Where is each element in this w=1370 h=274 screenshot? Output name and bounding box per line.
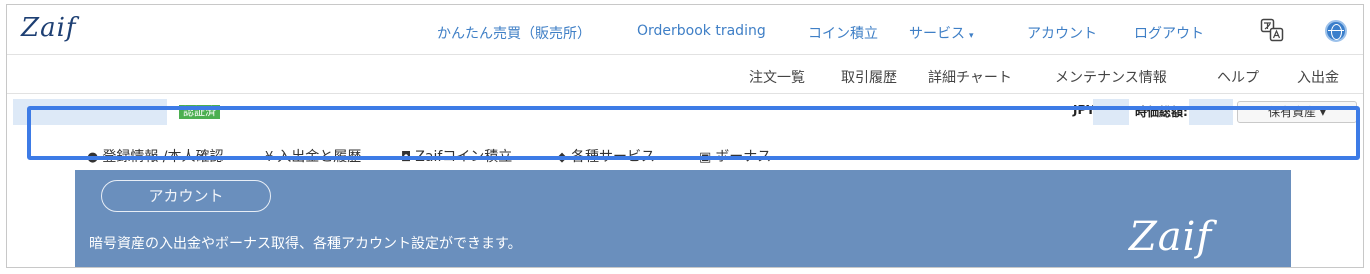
nav-orderbook-trading[interactable]: Orderbook trading [637, 23, 766, 39]
top-navigation: Zaif かんたん売買（販売所） Orderbook trading コイン積立… [7, 5, 1363, 55]
nav-services-dropdown[interactable]: サービス ▾ [909, 23, 974, 43]
nav-easy-trade[interactable]: かんたん売買（販売所） [437, 23, 591, 43]
secondary-navigation: 注文一覧 取引履歴 詳細チャート メンテナンス情報 ヘルプ 入出金 [7, 56, 1363, 94]
globe-icon[interactable] [1325, 20, 1347, 42]
subnav-detail-chart[interactable]: 詳細チャート [928, 67, 1012, 87]
subnav-maintenance[interactable]: メンテナンス情報 [1055, 67, 1167, 87]
hero-description: 暗号資産の入出金やボーナス取得、各種アカウント設定ができます。 [89, 236, 522, 252]
browser-frame: Zaif かんたん売買（販売所） Orderbook trading コイン積立… [6, 4, 1364, 268]
translate-icon[interactable] [1260, 18, 1284, 42]
highlight-box [27, 106, 1360, 160]
zaif-logo[interactable]: Zaif [21, 13, 77, 43]
subnav-trade-history[interactable]: 取引履歴 [841, 67, 897, 87]
account-hero-banner: アカウント 暗号資産の入出金やボーナス取得、各種アカウント設定ができます。 Za… [75, 170, 1291, 267]
account-pill: アカウント [101, 180, 271, 212]
nav-coin-accumulation[interactable]: コイン積立 [808, 23, 878, 43]
nav-services-label: サービス [909, 26, 965, 42]
hero-zaif-logo: Zaif [1129, 214, 1213, 260]
chevron-down-icon: ▾ [969, 31, 974, 41]
nav-logout[interactable]: ログアウト [1134, 23, 1204, 43]
subnav-deposit-withdraw[interactable]: 入出金 [1297, 67, 1339, 87]
subnav-help[interactable]: ヘルプ [1217, 67, 1259, 87]
nav-account[interactable]: アカウント [1027, 23, 1097, 43]
subnav-orders[interactable]: 注文一覧 [749, 67, 805, 87]
